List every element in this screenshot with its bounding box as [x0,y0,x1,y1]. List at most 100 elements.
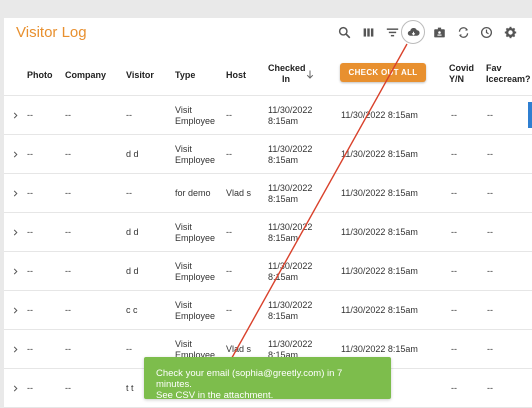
cell-fav: -- [487,305,493,315]
visitor-log-page: Visitor Log Photo Company Visitor Type H… [4,18,532,408]
cell-company: -- [65,110,71,120]
cell-host: -- [226,266,232,276]
header-type[interactable]: Type [175,70,195,81]
cell-checked-out: 11/30/2022 8:15am [341,188,418,198]
cell-checked-out: 11/30/2022 8:15am [341,110,418,120]
cell-visitor: c c [126,305,138,315]
table-row[interactable]: -- -- -- for demo Vlad s 11/30/2022 8:15am 11/… [4,174,532,213]
cell-fav: -- [487,188,493,198]
cell-host: -- [226,227,232,237]
gear-icon [504,26,516,38]
cell-photo: -- [27,110,33,120]
expand-row-button[interactable] [11,150,19,158]
table-header: Photo Company Visitor Type Host Checked … [4,54,532,96]
cell-host: -- [226,305,232,315]
chevron-right-icon [13,385,17,391]
header-covid[interactable]: Covid Y/N [449,63,479,85]
clock-icon [480,26,492,38]
cell-covid: -- [451,227,457,237]
arrow-down-icon [306,70,314,79]
table-row[interactable]: -- -- d d Visit Employee -- 11/30/2022 8:15am… [4,213,532,252]
cell-photo: -- [27,305,33,315]
table-row[interactable]: -- -- c c Visit Employee -- 11/30/2022 8:15am… [4,291,532,330]
cell-visitor: d d [126,149,139,159]
cell-checked-out: 11/30/2022 8:15am [341,149,418,159]
expand-row-button[interactable] [11,228,19,236]
cell-checked-in: 11/30/2022 8:15am [268,299,313,321]
cell-photo: -- [27,149,33,159]
search-button[interactable] [335,23,353,41]
expand-row-button[interactable] [11,111,19,119]
csv-email-toast: Check your email (sophia@greetly.com) in… [144,357,391,401]
chevron-right-icon [13,112,17,118]
cell-covid: -- [451,344,457,354]
scroll-marker [528,102,532,128]
cell-type: Visit Employee [175,143,216,165]
chevron-right-icon [13,190,17,196]
download-csv-button[interactable] [401,20,425,44]
cell-covid: -- [451,110,457,120]
cell-type: Visit Employee [175,221,216,243]
cell-company: -- [65,227,71,237]
cell-checked-out: 11/30/2022 8:15am [341,227,418,237]
cell-photo: -- [27,383,33,393]
table-row[interactable]: -- -- d d Visit Employee -- 11/30/2022 8:15am… [4,252,532,291]
expand-row-button[interactable] [11,267,19,275]
cell-type: Visit Employee [175,299,216,321]
header-checked-in[interactable]: Checked In [268,63,306,85]
expand-row-button[interactable] [11,384,19,392]
refresh-button[interactable] [454,23,472,41]
cell-company: -- [65,344,71,354]
header-visitor[interactable]: Visitor [126,70,154,81]
cell-host: Vlad s [226,188,252,198]
columns-icon [363,27,373,37]
cell-company: -- [65,383,71,393]
filter-button[interactable] [383,23,401,41]
chevron-right-icon [13,346,17,352]
cell-covid: -- [451,149,457,159]
cell-checked-out: 11/30/2022 8:15am [341,266,418,276]
cell-fav: -- [487,149,493,159]
settings-button[interactable] [501,23,519,41]
cloud-download-icon [407,27,420,36]
refresh-icon [458,26,468,38]
cell-host: -- [226,149,232,159]
cell-company: -- [65,305,71,315]
chevron-right-icon [13,307,17,313]
cell-type: Visit Employee [175,260,216,282]
cell-checked-in: 11/30/2022 8:15am [268,221,313,243]
toast-line-1: Check your email (sophia@greetly.com) in… [156,368,343,390]
cell-checked-in: 11/30/2022 8:15am [268,143,313,165]
cell-fav: -- [487,110,493,120]
cell-photo: -- [27,344,33,354]
history-button[interactable] [477,23,495,41]
cell-covid: -- [451,266,457,276]
header-host[interactable]: Host [226,70,246,81]
sort-arrow[interactable] [306,70,314,82]
cell-photo: -- [27,227,33,237]
header-photo[interactable]: Photo [27,70,53,81]
cell-checked-in: 11/30/2022 8:15am [268,182,313,204]
chevron-right-icon [13,229,17,235]
cell-photo: -- [27,188,33,198]
cell-fav: -- [487,383,493,393]
search-icon [338,26,350,38]
columns-button[interactable] [359,23,377,41]
expand-row-button[interactable] [11,306,19,314]
table-row[interactable]: -- -- -- Visit Employee -- 11/30/2022 8:15am 1… [4,96,532,135]
table-row[interactable]: -- -- d d Visit Employee -- 11/30/2022 8:15am… [4,135,532,174]
expand-row-button[interactable] [11,189,19,197]
cell-type: Visit Employee [175,104,216,126]
cell-visitor: -- [126,188,132,198]
header-fav-icecream[interactable]: Fav Icecream? [486,63,531,85]
toast-line-2: See CSV in the attachment. [156,390,274,401]
expand-row-button[interactable] [11,345,19,353]
header-company[interactable]: Company [65,70,106,81]
check-out-all-button[interactable]: CHECK OUT ALL [340,63,426,82]
cell-visitor: d d [126,266,139,276]
badge-button[interactable] [430,23,448,41]
cell-covid: -- [451,305,457,315]
cell-photo: -- [27,266,33,276]
top-bar: Visitor Log [4,18,532,48]
cell-visitor: d d [126,227,139,237]
